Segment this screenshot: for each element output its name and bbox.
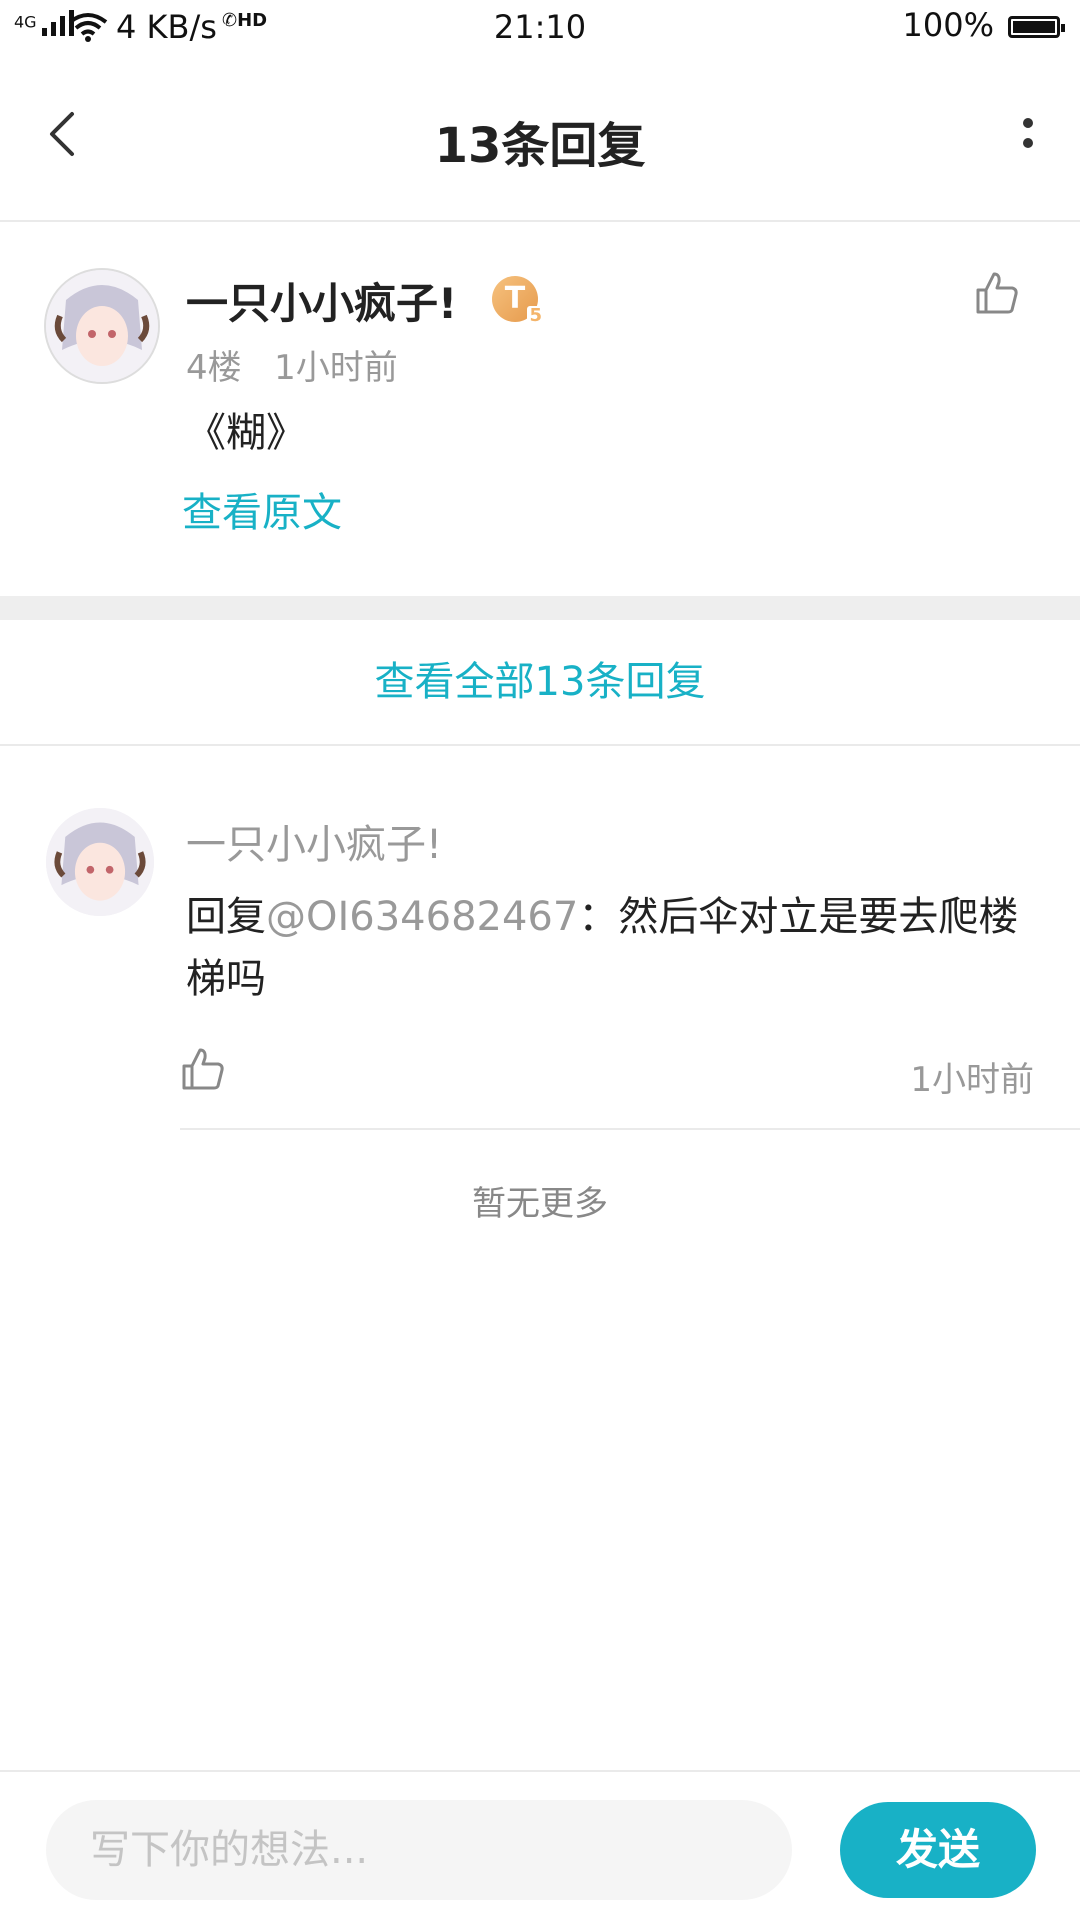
- reply-avatar[interactable]: [46, 808, 154, 916]
- post-content: 《糊》: [186, 410, 306, 456]
- thumbs-up-icon[interactable]: [180, 1046, 226, 1092]
- avatar[interactable]: [44, 268, 160, 384]
- avatar-image: [46, 808, 154, 916]
- avatar-image: [46, 270, 158, 382]
- view-all-replies-link[interactable]: 查看全部13条回复: [0, 620, 1080, 746]
- status-bar: 4G 4 KB/s ✆HD 21:10 100%: [0, 0, 1080, 58]
- comment-composer: 发送: [0, 1770, 1080, 1922]
- battery-percent: 100%: [902, 6, 994, 44]
- floor-number: 4楼: [186, 348, 242, 388]
- no-more-label: 暂无更多: [472, 1184, 608, 1224]
- post-meta: 4楼 1小时前: [186, 340, 398, 389]
- more-options-icon[interactable]: [1018, 118, 1038, 158]
- top-app-bar: 13条回复: [0, 58, 1080, 222]
- post-time: 1小时前: [274, 348, 398, 388]
- reply-prefix: 回复: [186, 894, 266, 940]
- level-badge: T5: [492, 276, 544, 326]
- reply-content: 回复@OI634682467：然后伞对立是要去爬楼梯吗: [186, 886, 1036, 1010]
- page-title: 13条回复: [434, 118, 646, 174]
- reply-username[interactable]: 一只小小疯子!: [186, 812, 442, 870]
- comment-input[interactable]: [46, 1800, 792, 1900]
- view-original-link[interactable]: 查看原文: [182, 480, 342, 538]
- mention-link[interactable]: @OI634682467: [266, 894, 578, 940]
- post-username[interactable]: 一只小小疯子!: [186, 270, 457, 331]
- send-button[interactable]: 发送: [840, 1802, 1036, 1898]
- section-divider: [0, 596, 1080, 620]
- thumbs-up-icon[interactable]: [974, 270, 1020, 316]
- divider: [180, 1128, 1080, 1130]
- reply-time: 1小时前: [910, 1060, 1034, 1100]
- battery-icon: [1008, 16, 1065, 38]
